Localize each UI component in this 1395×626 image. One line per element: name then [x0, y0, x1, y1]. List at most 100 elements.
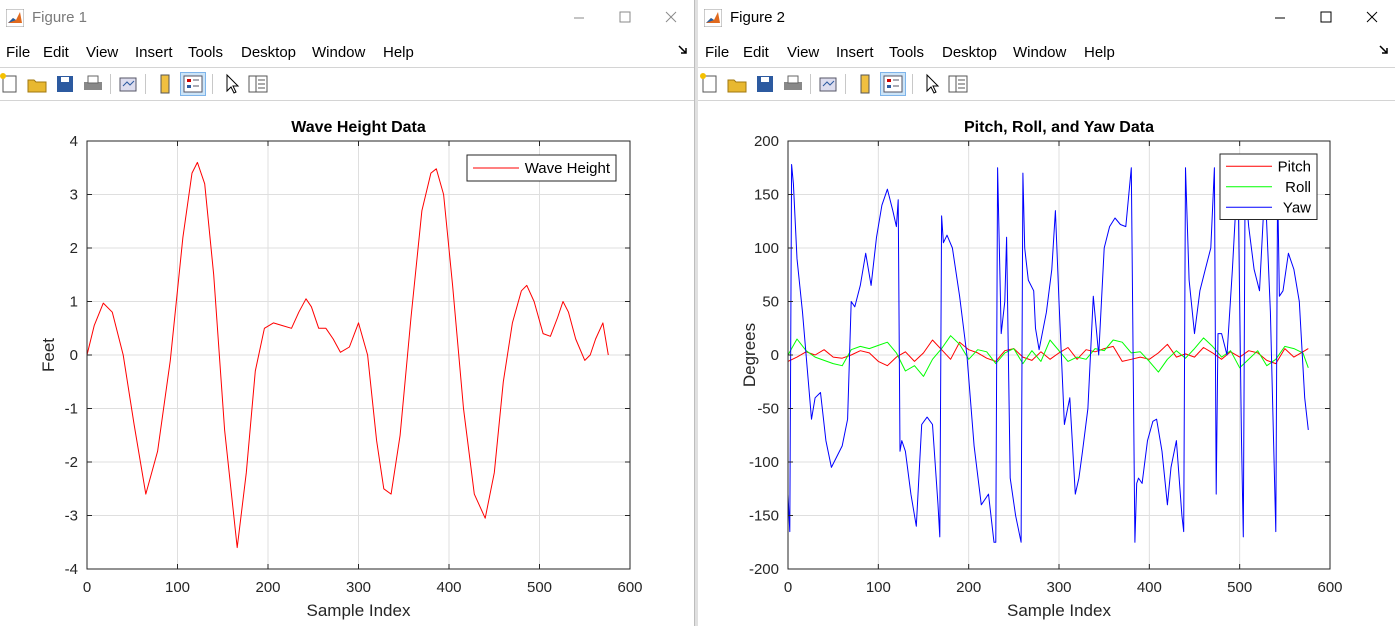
menu-desktop[interactable]: Desktop [942, 44, 997, 61]
open-file-icon [727, 79, 747, 93]
legend-entry: Pitch [1278, 158, 1311, 175]
x-tick-label: 0 [784, 579, 792, 596]
figure-canvas: 0 100 200 300 400 500 600 -200 -150 -100 -50 0 50 100… [740, 119, 1343, 620]
menu-insert[interactable]: Insert [836, 44, 874, 61]
colorbar-icon [860, 74, 870, 94]
x-tick-label: 500 [1227, 579, 1252, 596]
menu-view[interactable]: View [787, 44, 819, 61]
y-tick-label: -1 [65, 401, 78, 418]
print-button[interactable] [81, 72, 107, 96]
y-tick-label: -150 [749, 508, 779, 525]
x-tick-label: 200 [956, 579, 981, 596]
new-figure-icon [0, 73, 17, 93]
link-plot-button[interactable] [816, 72, 842, 96]
y-tick-label: -200 [749, 561, 779, 578]
link-plot-icon [119, 77, 137, 92]
figure-2-window: Figure 2 File Edit View Insert Tools Des… [698, 0, 1395, 626]
legend-entry: Roll [1285, 179, 1311, 196]
window-title: Figure 2 [730, 9, 786, 26]
dock-arrow-icon[interactable] [1379, 45, 1389, 55]
x-tick-label: 600 [1317, 579, 1342, 596]
menu-insert[interactable]: Insert [135, 44, 173, 61]
x-axis-label: Sample Index [1007, 601, 1111, 620]
menu-tools[interactable]: Tools [889, 44, 924, 61]
y-tick-label: 100 [754, 240, 779, 257]
x-tick-label: 300 [1046, 579, 1071, 596]
legend-entry: Wave Height [525, 160, 611, 177]
legend-button[interactable] [880, 72, 906, 96]
save-button[interactable] [753, 72, 779, 96]
chart-title: Wave Height Data [291, 119, 426, 136]
y-tick-label: 0 [771, 347, 779, 364]
y-tick-label: 200 [754, 133, 779, 150]
dock-arrow-icon[interactable] [678, 45, 688, 55]
y-tick-label: -4 [65, 561, 78, 578]
legend-icon [883, 75, 903, 93]
maximize-button[interactable] [602, 0, 648, 36]
window-title: Figure 1 [32, 9, 88, 26]
x-tick-label: 0 [83, 579, 91, 596]
colorbar-icon [160, 74, 170, 94]
y-tick-label: 50 [762, 294, 779, 311]
menu-view[interactable]: View [86, 44, 118, 61]
x-tick-label: 100 [165, 579, 190, 596]
y-tick-label: -2 [65, 454, 78, 471]
x-tick-label: 400 [436, 579, 461, 596]
property-inspector-button[interactable] [245, 72, 271, 96]
matlab-icon [6, 9, 24, 27]
new-figure-button[interactable] [698, 72, 724, 96]
figure-1-window: Figure 1 File Edit View Insert Tools Des… [0, 0, 694, 626]
property-inspector-button[interactable] [945, 72, 971, 96]
pointer-button[interactable] [218, 72, 244, 96]
menu-window[interactable]: Window [1013, 44, 1066, 61]
title-bar: Figure 2 [698, 0, 1395, 36]
menu-help[interactable]: Help [1084, 44, 1115, 61]
menu-help[interactable]: Help [383, 44, 414, 61]
open-file-button[interactable] [25, 72, 51, 96]
minimize-icon [1275, 17, 1285, 19]
chart-title: Pitch, Roll, and Yaw Data [964, 119, 1154, 136]
save-icon [757, 76, 773, 92]
property-inspector-icon [248, 75, 268, 93]
x-tick-label: 400 [1137, 579, 1162, 596]
pointer-button[interactable] [918, 72, 944, 96]
legend-button[interactable] [180, 72, 206, 96]
menu-edit[interactable]: Edit [43, 44, 69, 61]
open-file-icon [27, 79, 47, 93]
menu-tools[interactable]: Tools [188, 44, 223, 61]
print-icon [784, 75, 802, 90]
open-file-button[interactable] [725, 72, 751, 96]
y-tick-label: -50 [757, 401, 779, 418]
y-tick-label: -3 [65, 508, 78, 525]
y-tick-label: 2 [70, 240, 78, 257]
new-figure-icon [700, 73, 717, 93]
close-button[interactable] [1349, 0, 1395, 36]
close-button[interactable] [648, 0, 694, 36]
new-figure-button[interactable] [0, 72, 24, 96]
menu-desktop[interactable]: Desktop [241, 44, 296, 61]
close-icon [1366, 11, 1378, 23]
maximize-button[interactable] [1303, 0, 1349, 36]
print-button[interactable] [781, 72, 807, 96]
x-tick-label: 600 [617, 579, 642, 596]
y-tick-label: 150 [754, 187, 779, 204]
minimize-button[interactable] [1257, 0, 1303, 36]
colorbar-button[interactable] [152, 72, 178, 96]
minimize-button[interactable] [556, 0, 602, 36]
colorbar-button[interactable] [852, 72, 878, 96]
link-plot-button[interactable] [116, 72, 142, 96]
maximize-icon [1320, 11, 1332, 23]
minimize-icon [574, 17, 584, 19]
menu-file[interactable]: File [6, 44, 30, 61]
y-tick-label: 1 [70, 294, 78, 311]
menu-file[interactable]: File [705, 44, 729, 61]
menu-window[interactable]: Window [312, 44, 365, 61]
print-icon [84, 75, 102, 90]
save-button[interactable] [53, 72, 79, 96]
figure-toolbar [698, 67, 1395, 101]
y-tick-label: 4 [70, 133, 78, 150]
x-axis-label: Sample Index [307, 601, 411, 620]
menu-bar: File Edit View Insert Tools Desktop Wind… [698, 38, 1395, 66]
menu-edit[interactable]: Edit [743, 44, 769, 61]
y-axis-label: Degrees [740, 323, 759, 387]
